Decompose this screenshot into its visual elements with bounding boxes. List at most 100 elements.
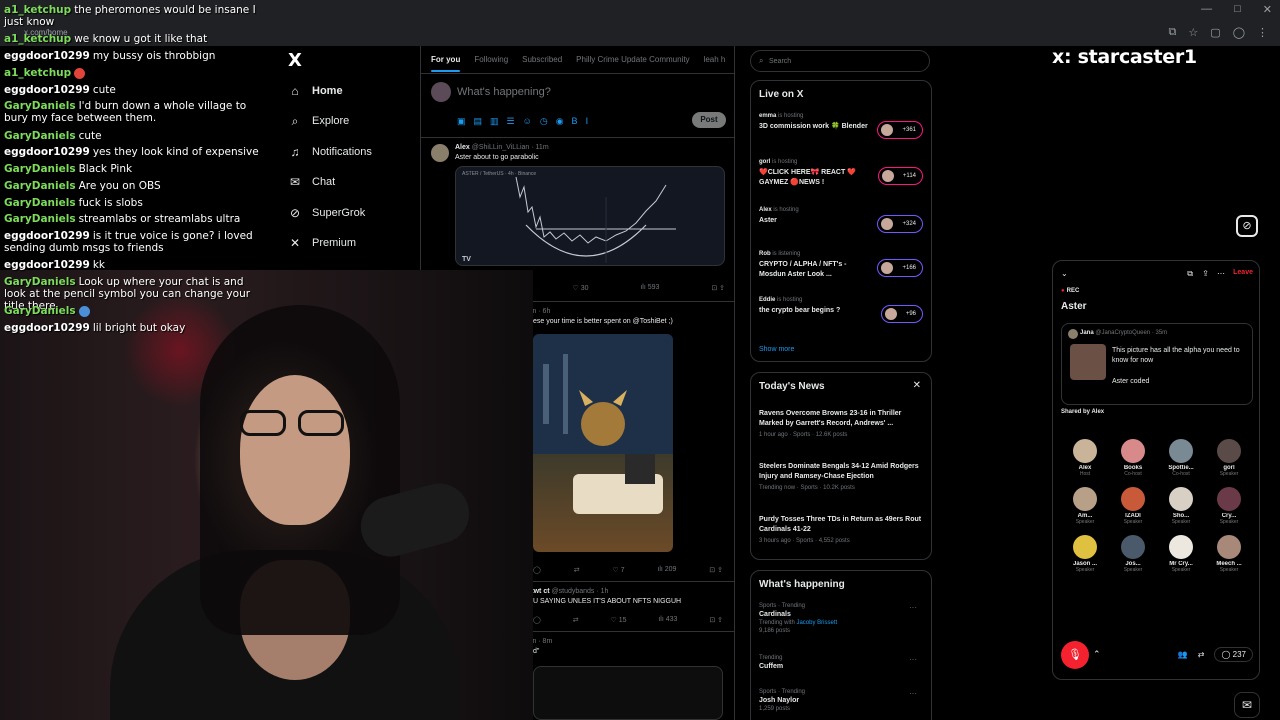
chat-username[interactable]: eggdoor10299: [4, 230, 90, 242]
minimize-icon[interactable]: ⧉: [1187, 269, 1193, 279]
grok-icon[interactable]: ⊘: [1236, 215, 1258, 237]
minimize-icon[interactable]: —: [1201, 3, 1212, 16]
tab-for-you[interactable]: For you: [431, 55, 461, 72]
nav-chat[interactable]: ✉ Chat: [288, 175, 335, 189]
bookmark-star-icon[interactable]: ☆: [1188, 26, 1198, 39]
search-box[interactable]: ⌕ Search: [750, 50, 930, 72]
bold-icon[interactable]: B: [572, 116, 578, 127]
chat-username[interactable]: a1_ketchup: [4, 33, 71, 45]
live-item[interactable]: emma is hosting 3D commission work 🍀 Ble…: [759, 113, 925, 139]
location-icon[interactable]: ◉: [556, 116, 564, 127]
participant[interactable]: Am... Speaker: [1061, 487, 1109, 525]
live-item[interactable]: gorl is hosting ❤️CLICK HERE🎀 REACT ❤️ G…: [759, 159, 925, 188]
reply-icon[interactable]: ◯: [533, 566, 541, 574]
leave-button[interactable]: Leave: [1233, 269, 1253, 276]
news-item[interactable]: Purdy Tosses Three TDs in Return as 49er…: [759, 515, 925, 544]
maximize-icon[interactable]: □: [1234, 3, 1241, 16]
grok-image-icon[interactable]: ▥: [490, 116, 499, 127]
tab-subscribed[interactable]: Subscribed: [522, 55, 562, 64]
pinned-post[interactable]: Jana @JanaCryptoQueen · 35m This picture…: [1061, 323, 1253, 405]
view-count[interactable]: ılı 593: [640, 284, 659, 292]
participant[interactable]: Cry... Speaker: [1205, 487, 1253, 525]
search-input[interactable]: Search: [769, 58, 791, 65]
live-item[interactable]: Eddie is hosting the crypto bear begins …: [759, 297, 925, 323]
trend-item[interactable]: Sports · Trending Cardinals Trending wit…: [759, 603, 925, 634]
live-host-name[interactable]: gorl: [759, 159, 770, 165]
live-host-name[interactable]: Eddie: [759, 297, 775, 303]
chat-username[interactable]: GaryDaniels: [4, 276, 76, 288]
chat-username[interactable]: a1_ketchup: [4, 4, 71, 16]
install-icon[interactable]: ⧉: [1169, 26, 1177, 39]
share-icon[interactable]: ⇪: [1202, 269, 1209, 278]
repost-icon[interactable]: ⇄: [573, 616, 579, 624]
listener-count[interactable]: +166: [877, 259, 923, 277]
view-count[interactable]: ılı 433: [658, 616, 677, 624]
mic-off-button[interactable]: 🎙: [1061, 641, 1089, 669]
profile-icon[interactable]: ◯: [1233, 26, 1245, 39]
chat-username[interactable]: GaryDaniels: [4, 130, 76, 142]
live-item[interactable]: Rob is listening CRYPTO / ALPHA / NFT's …: [759, 251, 925, 280]
participant[interactable]: Mr Cry... Speaker: [1157, 535, 1205, 573]
reply-icon[interactable]: ◯: [533, 616, 541, 624]
trend-item[interactable]: Trending Cuffem ···: [759, 655, 925, 670]
more-icon[interactable]: ···: [909, 689, 917, 698]
view-count[interactable]: ılı 209: [657, 566, 676, 574]
participant[interactable]: Meech ... Speaker: [1205, 535, 1253, 573]
italic-icon[interactable]: I: [586, 116, 589, 127]
more-icon[interactable]: ···: [909, 603, 917, 612]
participant[interactable]: Jos... Speaker: [1109, 535, 1157, 573]
nav-explore[interactable]: ⌕ Explore: [288, 114, 350, 128]
trend-item[interactable]: Sports · Trending Josh Naylor 1,259 post…: [759, 689, 925, 712]
tweet-author[interactable]: Alex: [455, 144, 470, 151]
participant[interactable]: IZADI Speaker: [1109, 487, 1157, 525]
poll-icon[interactable]: ☰: [507, 116, 515, 127]
messages-icon[interactable]: ✉: [1234, 692, 1260, 718]
chat-username[interactable]: GaryDaniels: [4, 197, 76, 209]
tab-leah[interactable]: leah h: [704, 55, 726, 64]
chat-username[interactable]: GaryDaniels: [4, 305, 76, 317]
close-icon[interactable]: ✕: [1263, 3, 1272, 16]
more-icon[interactable]: ⋯: [1217, 269, 1225, 278]
chat-username[interactable]: GaryDaniels: [4, 213, 76, 225]
replies-button[interactable]: ◯ 237: [1214, 647, 1253, 662]
chat-username[interactable]: GaryDaniels: [4, 180, 76, 192]
chat-username[interactable]: GaryDaniels: [4, 100, 76, 112]
news-item[interactable]: Ravens Overcome Browns 23-16 in Thriller…: [759, 409, 925, 438]
like-count[interactable]: ♡ 15: [610, 616, 626, 624]
tweet-image[interactable]: [533, 334, 673, 552]
schedule-icon[interactable]: ◷: [540, 116, 548, 127]
live-host-name[interactable]: Rob: [759, 251, 771, 257]
tab-following[interactable]: Following: [474, 55, 508, 64]
participant[interactable]: Alex Host: [1061, 439, 1109, 477]
gif-icon[interactable]: ▤: [474, 116, 483, 127]
bookmark-share-icon[interactable]: ⊡ ⇪: [711, 284, 725, 292]
like-count[interactable]: ♡ 7: [612, 566, 624, 574]
listener-count[interactable]: +114: [877, 167, 923, 185]
media-icon[interactable]: ▣: [457, 116, 466, 127]
pinned-image[interactable]: [1070, 344, 1106, 380]
live-item[interactable]: Alex is hosting Aster +324: [759, 207, 925, 233]
sidebar-icon[interactable]: ▢: [1210, 26, 1220, 39]
like-count[interactable]: ♡ 30: [572, 284, 588, 292]
participant[interactable]: Spottie... Co-host: [1157, 439, 1205, 477]
participant[interactable]: gorl Speaker: [1205, 439, 1253, 477]
participant[interactable]: Jason ... Speaker: [1061, 535, 1109, 573]
chat-username[interactable]: eggdoor10299: [4, 259, 90, 271]
bookmark-share-icon[interactable]: ⊡ ⇪: [709, 616, 723, 624]
more-icon[interactable]: ···: [909, 655, 917, 664]
show-more-link[interactable]: Show more: [759, 346, 794, 353]
repost-icon[interactable]: ⇄: [574, 566, 580, 574]
nav-home[interactable]: ⌂ Home: [288, 84, 342, 98]
x-logo[interactable]: X: [288, 50, 302, 71]
chat-username[interactable]: eggdoor10299: [4, 50, 90, 62]
trend-link[interactable]: Jacoby Brissett: [796, 620, 837, 626]
menu-icon[interactable]: ⋮: [1257, 26, 1268, 39]
live-host-name[interactable]: emma: [759, 113, 776, 119]
news-item[interactable]: Steelers Dominate Bengals 34-12 Amid Rod…: [759, 462, 925, 491]
chat-username[interactable]: eggdoor10299: [4, 322, 90, 334]
nav-notifications[interactable]: ♫ Notifications: [288, 145, 372, 159]
emoji-icon[interactable]: ☺: [523, 116, 532, 127]
listener-count[interactable]: +361: [877, 121, 923, 139]
composer-input[interactable]: What's happening?: [457, 86, 551, 98]
bookmark-share-icon[interactable]: ⊡ ⇪: [709, 566, 723, 574]
